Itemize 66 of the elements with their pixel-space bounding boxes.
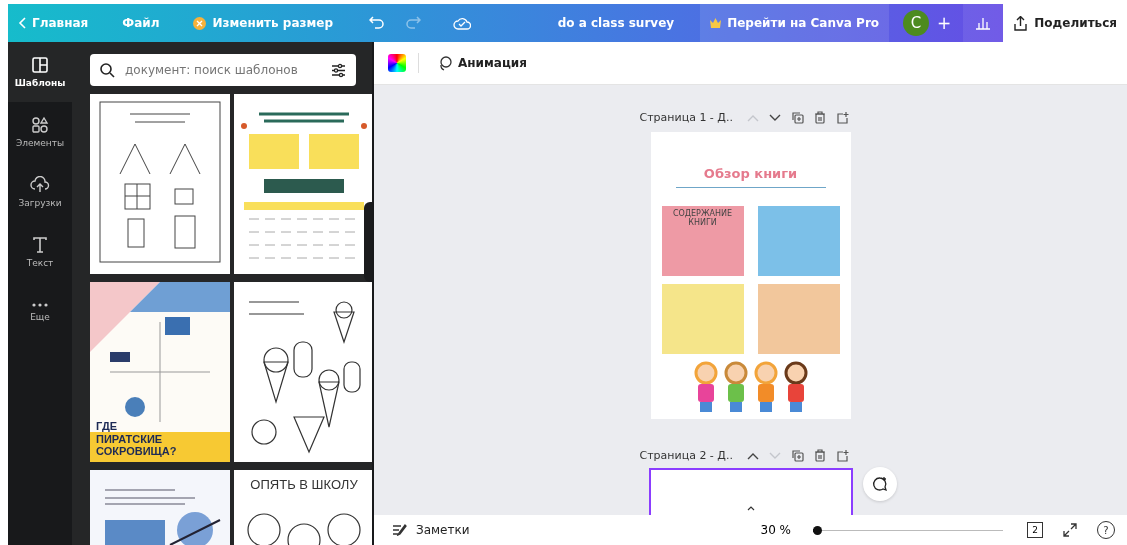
layout-icon: [31, 56, 49, 74]
undo-icon: [369, 16, 386, 30]
slider-thumb[interactable]: [812, 525, 822, 535]
trash-icon: [813, 449, 826, 462]
sidebar-tab[interactable]: Текст: [8, 222, 72, 282]
template-title: ОПЯТЬ В ШКОЛУ: [249, 478, 359, 493]
search-field[interactable]: документ: поиск шаблонов: [90, 54, 356, 86]
more-icon: [31, 302, 49, 308]
duplicate-icon: [790, 449, 804, 462]
add-page-button[interactable]: [835, 449, 849, 462]
fullscreen-icon[interactable]: [1063, 523, 1077, 537]
chevron-down-icon: [768, 113, 781, 122]
chevron-down-button[interactable]: [768, 113, 781, 122]
add-page-icon: [835, 449, 849, 462]
duplicate-page-button[interactable]: [790, 111, 804, 124]
chevron-up-icon: [746, 451, 759, 460]
add-people-button[interactable]: +: [929, 4, 964, 42]
delete-page-button[interactable]: [813, 111, 826, 124]
user-avatar[interactable]: C: [903, 10, 930, 36]
trash-icon: [813, 111, 826, 124]
search-icon: [100, 62, 115, 78]
collapse-panel-handle[interactable]: [364, 202, 372, 282]
page-title[interactable]: Страница 2 - Д..: [639, 449, 733, 462]
duplicate-page-button[interactable]: [790, 449, 804, 462]
duplicate-icon: [790, 111, 804, 124]
resize-icon: [193, 16, 207, 30]
redo-icon: [405, 16, 422, 30]
add-page-button[interactable]: [835, 111, 849, 124]
zoom-percentage[interactable]: 30 %: [760, 523, 791, 537]
sidebar-tab[interactable]: Шаблоны: [8, 42, 72, 102]
chevron-up-icon: [746, 505, 755, 511]
chevron-up-button[interactable]: [746, 451, 759, 460]
chevron-down-icon: [768, 451, 781, 460]
bar-chart-icon: [975, 16, 992, 30]
share-icon: [1013, 15, 1029, 31]
document-name[interactable]: do a class survey: [531, 4, 701, 42]
sidebar-tab[interactable]: Загрузки: [8, 162, 72, 222]
animation-icon: [437, 55, 452, 71]
comment-add-icon: [871, 476, 888, 492]
analytics-button[interactable]: [963, 4, 1004, 42]
shapes-icon: [31, 116, 49, 134]
add-comment-button[interactable]: [862, 467, 897, 501]
document-title: Обзор книги: [703, 166, 798, 181]
share-button[interactable]: Поделиться: [1003, 4, 1127, 42]
page-count-button[interactable]: 2: [1027, 522, 1043, 538]
cloud-check-icon: [453, 16, 472, 30]
color-picker-button[interactable]: [388, 54, 406, 72]
design-page[interactable]: Обзор книги СОДЕРЖАНИЕ КНИГИ: [650, 132, 851, 419]
template-title: ГДЕ ПИРАТСКИЕ СОКРОВИЩА?: [96, 420, 176, 458]
cloud-upload-icon: [30, 176, 50, 194]
filter-icon[interactable]: [331, 62, 346, 78]
animation-button[interactable]: Анимация: [431, 54, 533, 72]
upgrade-button[interactable]: Перейти на Canva Pro: [700, 4, 890, 42]
chevron-left-icon: [18, 17, 26, 29]
text-icon: [31, 236, 49, 254]
sidebar-tab[interactable]: Еще: [8, 282, 72, 342]
crown-icon: [710, 18, 722, 28]
notes-icon: [392, 524, 408, 536]
sidebar-tab[interactable]: Элементы: [8, 102, 72, 162]
delete-page-button[interactable]: [813, 449, 826, 462]
add-page-icon: [835, 111, 849, 124]
notes-button[interactable]: Заметки: [386, 522, 476, 538]
chevron-up-icon: [746, 113, 759, 122]
card-heading: СОДЕРЖАНИЕ КНИГИ: [671, 209, 734, 227]
page-title[interactable]: Страница 1 - Д..: [639, 111, 733, 124]
template-thumbnail[interactable]: [90, 282, 230, 462]
